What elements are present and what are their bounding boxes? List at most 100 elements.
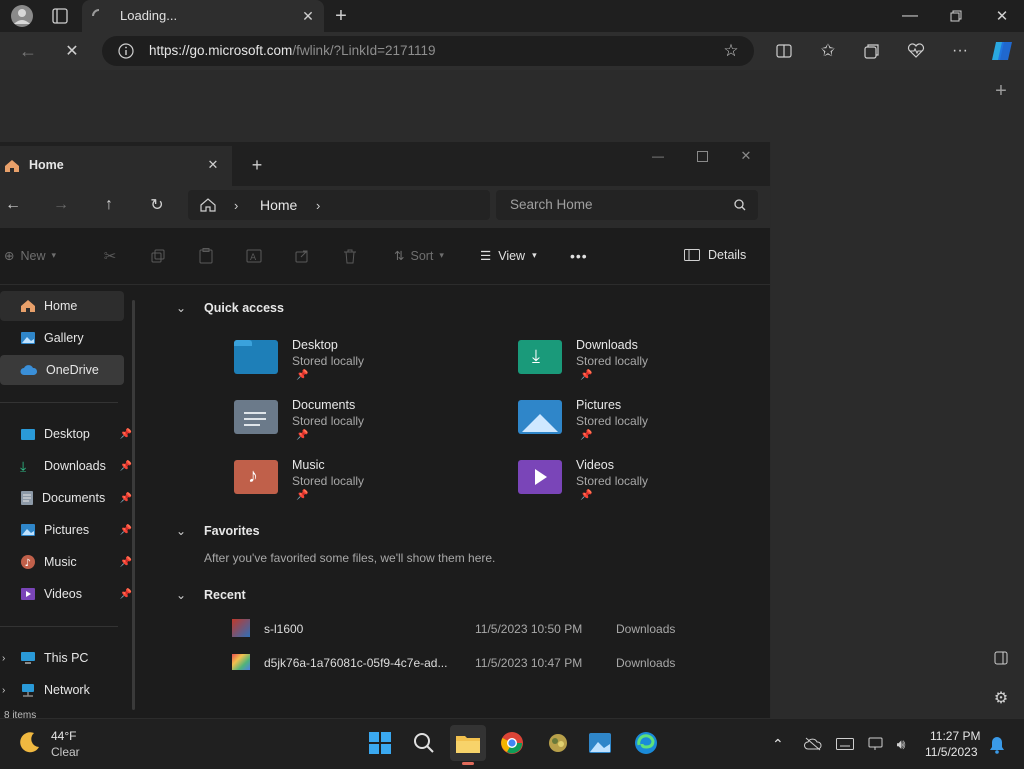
search-input[interactable]: Search Home bbox=[510, 197, 593, 212]
share-icon[interactable] bbox=[292, 246, 312, 266]
favorite-star-icon[interactable]: ☆ bbox=[720, 40, 742, 62]
view-button[interactable]: ☰ View ▾ bbox=[480, 248, 537, 264]
weather-moon-icon[interactable] bbox=[18, 730, 44, 756]
sidebar-item-pictures[interactable]: Pictures 📌 bbox=[0, 515, 132, 545]
chevron-right-icon[interactable]: › bbox=[2, 653, 12, 664]
status-bar-text: 8 items bbox=[4, 710, 37, 718]
sidebar-item-documents[interactable]: Documents 📌 bbox=[0, 483, 132, 513]
view-icon: ☰ bbox=[480, 249, 492, 263]
weather-temp[interactable]: 44°F bbox=[51, 729, 76, 743]
copilot-icon[interactable] bbox=[988, 38, 1016, 64]
tab-actions-icon[interactable] bbox=[48, 6, 72, 26]
breadcrumb-home[interactable]: Home bbox=[260, 197, 297, 213]
collections-icon[interactable] bbox=[860, 40, 884, 62]
quick-access-pictures[interactable]: Pictures Stored locally 📌 bbox=[518, 398, 768, 456]
pin-icon: 📌 bbox=[296, 370, 309, 381]
tray-volume-icon[interactable]: 🔊︎ bbox=[890, 734, 912, 754]
quick-access-documents[interactable]: Documents Stored locally 📌 bbox=[234, 398, 484, 456]
chevron-down-icon[interactable]: ⌄ bbox=[176, 524, 186, 538]
taskbar-app-icon[interactable] bbox=[540, 725, 576, 761]
sidebar-toggle-icon[interactable] bbox=[990, 648, 1012, 668]
rename-icon[interactable]: A bbox=[244, 246, 264, 266]
svg-text:A: A bbox=[250, 253, 257, 263]
sidebar-item-gallery[interactable]: Gallery bbox=[0, 323, 124, 353]
quick-access-videos[interactable]: Videos Stored locally 📌 bbox=[518, 458, 768, 516]
search-icon bbox=[730, 196, 750, 214]
browser-close-button[interactable]: ✕ bbox=[990, 4, 1014, 28]
health-icon[interactable] bbox=[904, 40, 928, 62]
sidebar-item-home[interactable]: Home bbox=[0, 291, 124, 321]
favorites-title[interactable]: Favorites bbox=[204, 524, 260, 538]
music-icon: ♪ bbox=[21, 555, 35, 569]
taskbar-search-icon[interactable] bbox=[406, 725, 442, 761]
notification-bell-icon[interactable] bbox=[986, 734, 1008, 756]
split-screen-icon[interactable] bbox=[772, 40, 796, 62]
sidebar-item-videos[interactable]: Videos 📌 bbox=[0, 579, 132, 609]
favorites-empty-text: After you've favorited some files, we'll… bbox=[204, 551, 496, 565]
explorer-close-button[interactable]: ✕ bbox=[736, 146, 756, 166]
sidebar-item-network[interactable]: › Network bbox=[0, 675, 124, 705]
sidebar-item-this-pc[interactable]: › This PC bbox=[0, 643, 124, 673]
taskbar-photos-icon[interactable] bbox=[582, 725, 618, 761]
chevron-right-icon[interactable]: › bbox=[2, 685, 12, 696]
taskbar-edge-icon[interactable] bbox=[628, 725, 664, 761]
details-button[interactable]: Details bbox=[684, 248, 746, 262]
tray-keyboard-icon[interactable] bbox=[834, 734, 856, 754]
sidebar-add-icon[interactable]: + bbox=[990, 80, 1012, 102]
cut-icon[interactable]: ✂ bbox=[100, 246, 120, 266]
favorites-icon[interactable]: ✩ bbox=[816, 40, 840, 62]
stop-icon[interactable]: ✕ bbox=[60, 40, 84, 62]
paste-icon[interactable] bbox=[196, 246, 216, 266]
chevron-down-icon[interactable]: ⌄ bbox=[176, 588, 186, 602]
chevron-right-icon[interactable]: › bbox=[316, 198, 320, 213]
quick-access-title[interactable]: Quick access bbox=[204, 301, 284, 315]
table-row[interactable]: s-l1600 11/5/2023 10:50 PM Downloads bbox=[230, 616, 750, 642]
clock-time[interactable]: 11:27 PM bbox=[930, 729, 980, 743]
taskbar-chrome-icon[interactable] bbox=[494, 725, 530, 761]
copy-icon[interactable] bbox=[148, 246, 168, 266]
back-icon[interactable]: ← bbox=[16, 40, 40, 62]
browser-tab-active[interactable] bbox=[82, 0, 324, 32]
more-icon[interactable]: ··· bbox=[948, 40, 972, 62]
quick-access-desktop[interactable]: Desktop Stored locally 📌 bbox=[234, 338, 484, 396]
info-icon[interactable] bbox=[116, 41, 136, 61]
up-icon[interactable]: ↑ bbox=[98, 194, 120, 216]
weather-desc[interactable]: Clear bbox=[51, 745, 80, 759]
close-icon[interactable]: ✕ bbox=[204, 156, 222, 174]
chevron-down-icon[interactable]: ⌄ bbox=[176, 301, 186, 315]
more-options-button[interactable]: ••• bbox=[570, 248, 588, 264]
explorer-maximize-button[interactable] bbox=[692, 146, 712, 166]
new-button[interactable]: ⊕ New ▾ bbox=[4, 248, 56, 264]
sidebar-scrollbar[interactable] bbox=[132, 300, 135, 710]
new-tab-icon[interactable]: + bbox=[246, 154, 268, 176]
tray-network-icon[interactable] bbox=[866, 734, 888, 754]
close-icon[interactable]: ✕ bbox=[298, 6, 318, 26]
restore-button[interactable] bbox=[944, 4, 968, 28]
tray-cloud-offline-icon[interactable] bbox=[802, 734, 824, 754]
sidebar-item-downloads[interactable]: ⤓ Downloads 📌 bbox=[0, 451, 132, 481]
sort-button[interactable]: ⇅ Sort ▾ bbox=[394, 248, 444, 264]
minimize-button[interactable]: — bbox=[898, 4, 922, 28]
quick-access-downloads[interactable]: ⤓ Downloads Stored locally 📌 bbox=[518, 338, 768, 396]
document-icon bbox=[21, 491, 33, 505]
tray-chevron-up-icon[interactable]: ⌃ bbox=[772, 736, 784, 753]
forward-icon[interactable]: → bbox=[50, 194, 72, 216]
sidebar-item-onedrive[interactable]: OneDrive bbox=[0, 355, 124, 385]
quick-access-music[interactable]: ♪ Music Stored locally 📌 bbox=[234, 458, 484, 516]
recent-title[interactable]: Recent bbox=[204, 588, 246, 602]
profile-icon[interactable] bbox=[8, 4, 36, 28]
new-tab-icon[interactable]: + bbox=[330, 4, 352, 28]
clock-date[interactable]: 11/5/2023 bbox=[925, 745, 978, 759]
image-file-icon bbox=[232, 654, 250, 670]
back-icon[interactable]: ← bbox=[2, 194, 24, 216]
settings-gear-icon[interactable]: ⚙ bbox=[990, 688, 1012, 708]
table-row[interactable]: d5jk76a-1a76081c-05f9-4c7e-ad... 11/5/20… bbox=[230, 650, 750, 676]
sidebar-item-music[interactable]: ♪ Music 📌 bbox=[0, 547, 132, 577]
taskbar-file-explorer-icon[interactable] bbox=[450, 725, 486, 761]
url-text[interactable]: https://go.microsoft.com/fwlink/?LinkId=… bbox=[149, 43, 436, 58]
refresh-icon[interactable]: ↻ bbox=[146, 194, 168, 216]
start-button[interactable] bbox=[362, 725, 398, 761]
sidebar-item-desktop[interactable]: Desktop 📌 bbox=[0, 419, 132, 449]
delete-icon[interactable] bbox=[340, 246, 360, 266]
explorer-minimize-button[interactable]: — bbox=[648, 146, 668, 166]
